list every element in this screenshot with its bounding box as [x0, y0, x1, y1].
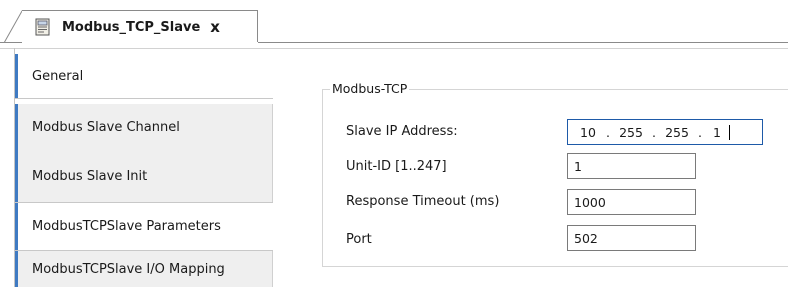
- unit-id-label: Unit-ID [1..247]: [346, 159, 447, 174]
- ip-octet-1: 10: [580, 124, 596, 140]
- nav-item-label: ModbusTCPSlave Parameters: [32, 219, 221, 234]
- response-timeout-value: 1000: [574, 194, 606, 210]
- slave-ip-label: Slave IP Address:: [346, 124, 458, 139]
- config-nav: General Modbus Slave Channel Modbus Slav…: [14, 48, 273, 287]
- nav-item-modbustcpslave-io-mapping[interactable]: ModbusTCPSlave I/O Mapping: [15, 251, 273, 287]
- groupbox-legend: Modbus-TCP: [330, 81, 410, 96]
- tab-modbus-tcp-slave[interactable]: Modbus_TCP_Slave x: [22, 10, 258, 43]
- nav-item-modbustcpslave-parameters[interactable]: ModbusTCPSlave Parameters: [15, 203, 273, 250]
- port-field[interactable]: 502: [567, 225, 696, 251]
- ip-octet-2: 255: [619, 124, 643, 140]
- tab-strip-gap: [22, 42, 258, 43]
- unit-id-field[interactable]: 1: [567, 153, 696, 179]
- ip-octet-4: 1: [713, 124, 721, 140]
- close-icon[interactable]: x: [210, 19, 220, 35]
- editor-tab-strip: Modbus_TCP_Slave x: [0, 0, 788, 43]
- nav-item-label: Modbus Slave Init: [32, 168, 148, 184]
- nav-divider: [15, 98, 273, 99]
- tab-title: Modbus_TCP_Slave: [62, 19, 201, 35]
- response-timeout-field[interactable]: 1000: [567, 189, 696, 215]
- port-label: Port: [346, 232, 372, 247]
- nav-item-general[interactable]: General: [15, 54, 273, 98]
- nav-item-modbus-slave-channel[interactable]: Modbus Slave Channel: [15, 104, 273, 150]
- nav-item-label: General: [32, 68, 84, 84]
- modbus-tcp-groupbox: [322, 89, 788, 267]
- port-value: 502: [574, 230, 598, 246]
- device-icon: [34, 18, 52, 36]
- ip-dot: .: [652, 124, 656, 140]
- unit-id-value: 1: [574, 158, 582, 174]
- ip-dot: .: [606, 124, 610, 140]
- text-caret: [729, 124, 730, 140]
- ip-octet-3: 255: [665, 124, 689, 140]
- slave-ip-address-field[interactable]: 10 . 255 . 255 . 1: [567, 119, 763, 145]
- nav-item-label: ModbusTCPSlave I/O Mapping: [32, 261, 225, 277]
- response-timeout-label: Response Timeout (ms): [346, 194, 500, 209]
- nav-item-modbus-slave-init[interactable]: Modbus Slave Init: [15, 150, 273, 202]
- ip-dot: .: [698, 124, 702, 140]
- nav-item-label: Modbus Slave Channel: [32, 119, 180, 135]
